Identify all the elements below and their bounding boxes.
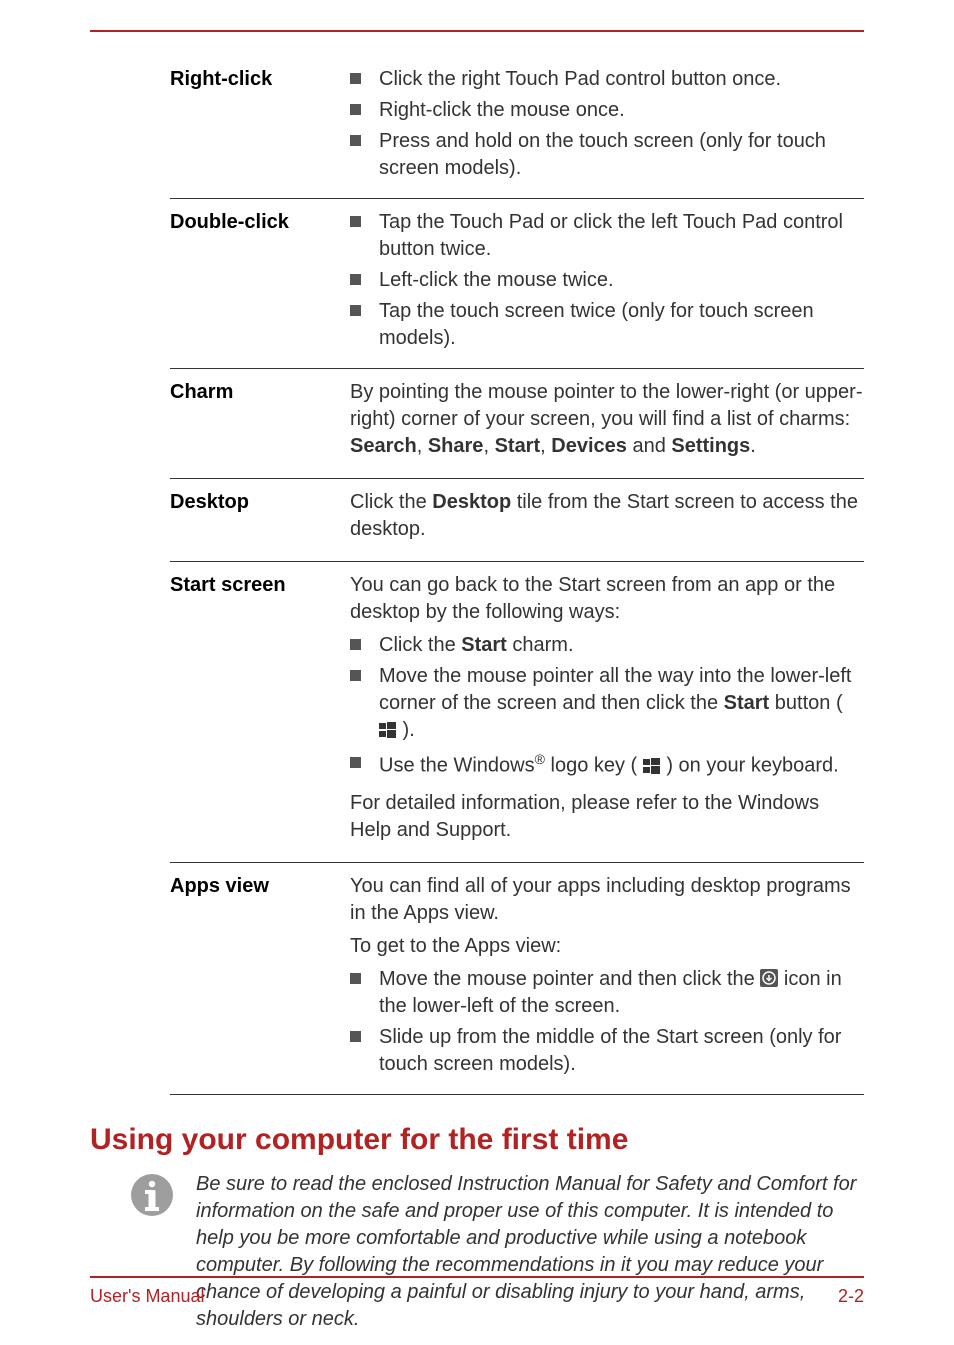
bold-text: Start [461,634,507,656]
list-item-text: Slide up from the middle of the Start sc… [379,1024,864,1078]
bold-text: Desktop [432,491,511,513]
square-bullet-icon [350,216,361,227]
text: Click the [350,491,432,513]
list-item: Tap the touch screen twice (only for tou… [350,298,864,352]
bold-text: Share [428,435,484,457]
def-right-click: Click the right Touch Pad control button… [350,66,864,186]
def-start-screen: You can go back to the Start screen from… [350,572,864,850]
term-charm: Charm [170,379,350,466]
windows-logo-icon [643,755,661,782]
windows-logo-icon [379,719,397,746]
square-bullet-icon [350,274,361,285]
text: Click the [379,634,461,656]
def-apps-view: You can find all of your apps including … [350,873,864,1082]
term-apps-view: Apps view [170,873,350,1082]
def-charm: By pointing the mouse pointer to the low… [350,379,864,466]
row-right-click: Right-click Click the right Touch Pad co… [170,56,864,199]
bold-text: Devices [551,435,627,457]
note-block: Be sure to read the enclosed Instruction… [130,1171,864,1333]
bold-text: Start [724,692,770,714]
term-start-screen: Start screen [170,572,350,850]
list-item: Click the Start charm. [350,632,864,659]
square-bullet-icon [350,104,361,115]
list-item-text: Press and hold on the touch screen (only… [379,128,864,182]
list-item: Left-click the mouse twice. [350,267,864,294]
row-charm: Charm By pointing the mouse pointer to t… [170,369,864,479]
list-item-text: Tap the touch screen twice (only for tou… [379,298,864,352]
section-heading: Using your computer for the first time [90,1123,864,1157]
text: Move the mouse pointer and then click th… [379,968,760,990]
top-rule [90,30,864,32]
page-footer: User's Manual 2-2 [90,1276,864,1307]
bold-text: Settings [671,435,750,457]
text: You can find all of your apps including … [350,873,864,927]
text: charm. [507,634,574,656]
list-item: Move the mouse pointer and then click th… [350,966,864,1020]
footer-page-number: 2-2 [838,1286,864,1307]
row-start-screen: Start screen You can go back to the Star… [170,562,864,863]
square-bullet-icon [350,135,361,146]
footer-rule [90,1276,864,1278]
square-bullet-icon [350,757,361,768]
footer-left-text: User's Manual [90,1286,204,1307]
term-double-click: Double-click [170,209,350,356]
square-bullet-icon [350,1031,361,1042]
text: By pointing the mouse pointer to the low… [350,381,863,430]
list-item: Use the Windows® logo key ( ) on your ke… [350,750,864,782]
row-apps-view: Apps view You can find all of your apps … [170,863,864,1095]
text: , [483,435,494,457]
list-item-text: Click the right Touch Pad control button… [379,66,864,93]
list-item-text: Left-click the mouse twice. [379,267,864,294]
list-item: Slide up from the middle of the Start sc… [350,1024,864,1078]
term-right-click: Right-click [170,66,350,186]
text: . [750,435,756,457]
text: Use the Windows [379,755,535,777]
square-bullet-icon [350,305,361,316]
list-item-text: Use the Windows® logo key ( ) on your ke… [379,750,864,782]
row-double-click: Double-click Tap the Touch Pad or click … [170,199,864,369]
row-desktop: Desktop Click the Desktop tile from the … [170,479,864,562]
note-text: Be sure to read the enclosed Instruction… [196,1171,864,1333]
text: button ( [769,692,842,714]
list-item-text: Move the mouse pointer all the way into … [379,663,864,746]
text: To get to the Apps view: [350,933,864,960]
square-bullet-icon [350,639,361,650]
down-arrow-circle-icon [760,969,778,987]
square-bullet-icon [350,670,361,681]
bold-text: Start [495,435,541,457]
list-item-text: Move the mouse pointer and then click th… [379,966,864,1020]
list-item-text: Click the Start charm. [379,632,864,659]
text: You can go back to the Start screen from… [350,572,864,626]
def-double-click: Tap the Touch Pad or click the left Touc… [350,209,864,356]
list-item: Tap the Touch Pad or click the left Touc… [350,209,864,263]
text: , [417,435,428,457]
def-desktop: Click the Desktop tile from the Start sc… [350,489,864,549]
list-item: Press and hold on the touch screen (only… [350,128,864,182]
list-item-text: Tap the Touch Pad or click the left Touc… [379,209,864,263]
definitions-table: Right-click Click the right Touch Pad co… [170,56,864,1095]
registered-symbol: ® [535,751,545,767]
square-bullet-icon [350,973,361,984]
list-item: Move the mouse pointer all the way into … [350,663,864,746]
info-icon [130,1173,174,1217]
text: For detailed information, please refer t… [350,790,864,844]
square-bullet-icon [350,73,361,84]
text: ) on your keyboard. [661,755,839,777]
text: logo key ( [545,755,643,777]
bold-text: Search [350,435,417,457]
term-desktop: Desktop [170,489,350,549]
list-item: Right-click the mouse once. [350,97,864,124]
text: ). [397,719,415,741]
text: and [627,435,671,457]
list-item: Click the right Touch Pad control button… [350,66,864,93]
text: , [540,435,551,457]
list-item-text: Right-click the mouse once. [379,97,864,124]
